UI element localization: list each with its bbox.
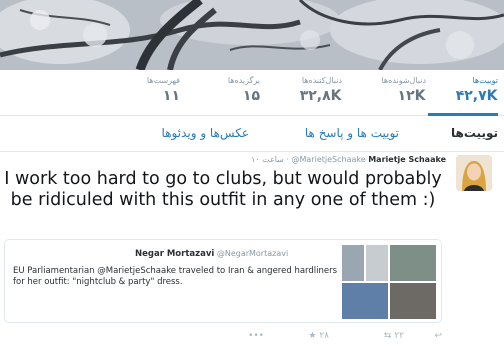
photo-thumb	[389, 282, 437, 320]
stat-label: فهرست‌ها	[146, 76, 180, 85]
retweet-count: ۲۲	[394, 331, 404, 341]
stat-lists[interactable]: فهرست‌ها ۱۱	[110, 76, 180, 104]
stat-value: ۱۵	[242, 88, 260, 104]
profile-header-photo	[0, 0, 504, 70]
photo-thumb	[341, 244, 365, 282]
quoted-author-handle[interactable]: @NegarMortazavi	[217, 249, 288, 258]
stat-label: برگزیده‌ها	[227, 76, 260, 85]
stat-likes[interactable]: برگزیده‌ها ۱۵	[190, 76, 260, 104]
tweet-meta: ۱۰ ساعت · @MarietjeSchaake Marietje Scha…	[250, 155, 446, 164]
stat-followers[interactable]: دنبال‌کننده‌ها ۳۲,۸K	[272, 76, 342, 104]
star-icon: ★	[308, 331, 317, 341]
like-count: ۲۸	[319, 331, 329, 341]
stat-tweets[interactable]: توییت‌ها ۴۲,۷K	[428, 76, 498, 116]
tab-tweets[interactable]: توییت‌ها	[451, 126, 498, 140]
quoted-tweet-text: EU Parliamentarian @MarietjeSchaake trav…	[13, 266, 338, 287]
like-button[interactable]: ★ ۲۸	[308, 331, 329, 341]
quoted-tweet-card[interactable]: Negar Mortazavi @NegarMortazavi EU Parli…	[4, 239, 442, 323]
timeline-tabs: توییت‌ها توییت ها و پاسخ ها عکس‌ها و وید…	[0, 118, 504, 152]
tweet-actions: ↩ ⇆ ۲۲ ★ ۲۸ •••	[0, 329, 504, 349]
tweet[interactable]: ۱۰ ساعت · @MarietjeSchaake Marietje Scha…	[0, 153, 504, 354]
reply-icon[interactable]: ↩	[434, 331, 442, 341]
stat-value: ۳۲,۸K	[299, 88, 342, 104]
stat-value: ۱۱	[162, 88, 180, 104]
photo-thumb	[365, 244, 389, 282]
more-icon[interactable]: •••	[248, 331, 264, 341]
tab-photos-and-videos[interactable]: عکس‌ها و ویدئوها	[162, 126, 249, 140]
photo-thumb	[389, 244, 437, 282]
quoted-author-name[interactable]: Negar Mortazavi	[135, 249, 214, 259]
quoted-tweet-photos[interactable]	[341, 244, 437, 320]
tweet-text: I work too hard to go to clubs, but woul…	[4, 169, 442, 210]
profile-photo	[456, 155, 492, 191]
photo-thumb	[341, 282, 389, 320]
stat-label: دنبال‌شونده‌ها	[381, 76, 426, 85]
retweet-icon: ⇆	[383, 331, 392, 341]
tree-branches-image	[0, 0, 504, 70]
stat-following[interactable]: دنبال‌شونده‌ها ۱۲K	[356, 76, 426, 104]
retweet-button[interactable]: ⇆ ۲۲	[384, 331, 404, 341]
avatar[interactable]	[456, 155, 492, 191]
stat-value: ۱۲K	[397, 88, 426, 104]
quoted-tweet-meta: Negar Mortazavi @NegarMortazavi	[135, 249, 288, 259]
profile-stats-bar: توییت‌ها ۴۲,۷K دنبال‌شونده‌ها ۱۲K دنبال‌…	[0, 70, 504, 116]
stat-label: توییت‌ها	[472, 76, 498, 85]
stat-label: دنبال‌کننده‌ها	[301, 76, 342, 85]
tweet-time[interactable]: ۱۰ ساعت	[251, 155, 284, 164]
stat-value: ۴۲,۷K	[455, 88, 498, 104]
tweet-handle[interactable]: @MarietjeSchaake	[292, 155, 366, 164]
tab-tweets-and-replies[interactable]: توییت ها و پاسخ ها	[305, 126, 399, 140]
tweet-author-name[interactable]: Marietje Schaake	[368, 155, 446, 164]
